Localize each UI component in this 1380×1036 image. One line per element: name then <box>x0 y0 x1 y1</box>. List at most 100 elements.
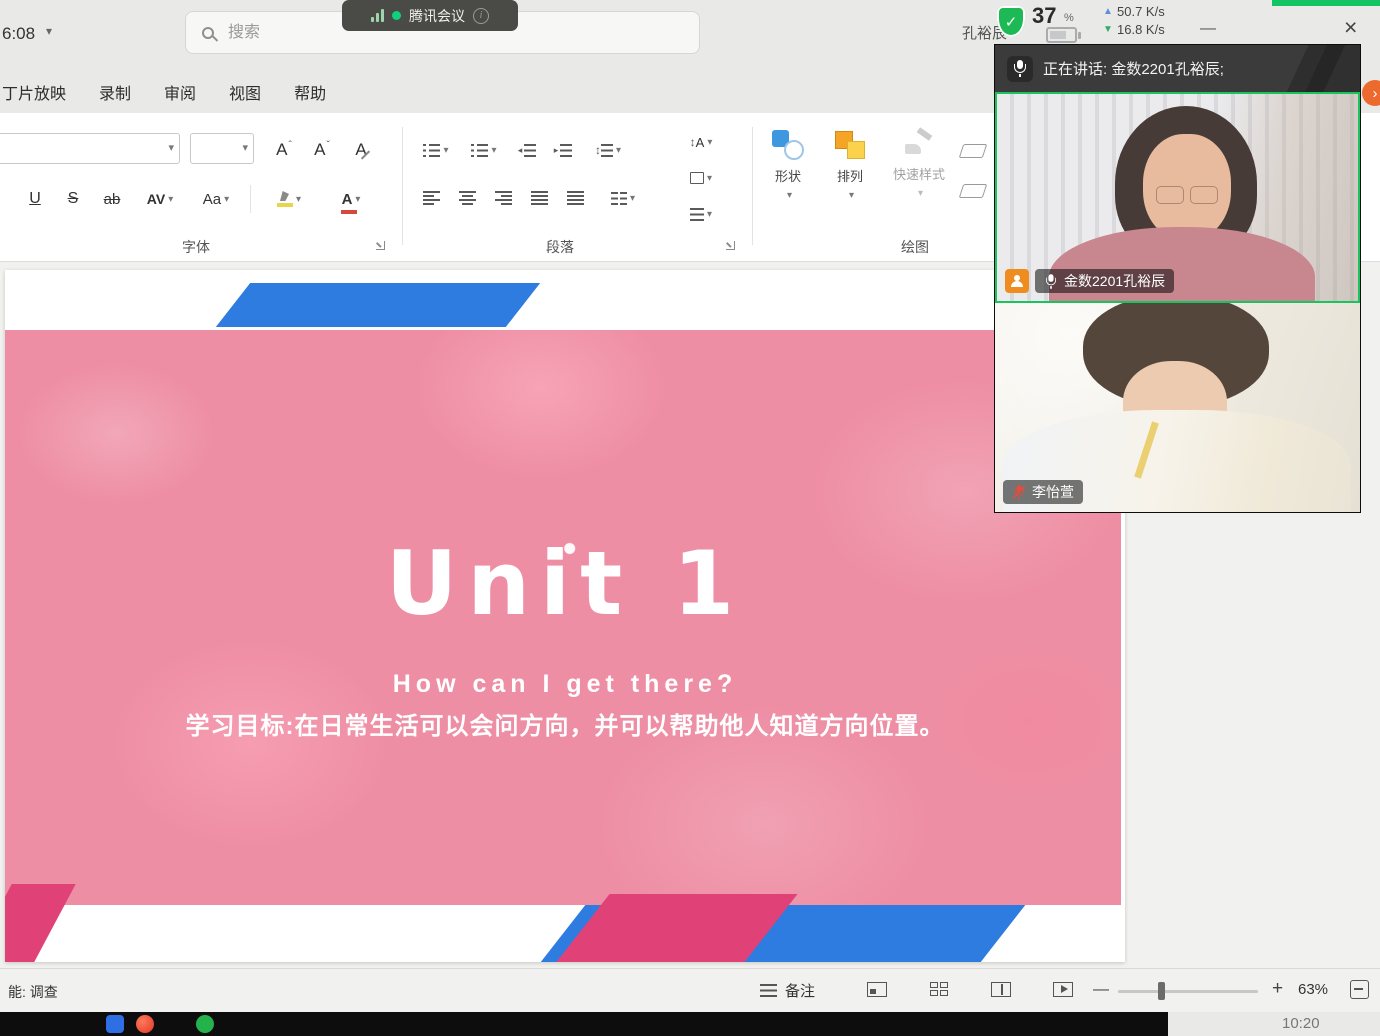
status-bar: 能: 调查 备注 — + 63% <box>0 968 1380 1012</box>
chevron-down-icon[interactable]: ▾ <box>46 24 52 38</box>
increase-font-button[interactable]: A ˆ <box>266 135 302 165</box>
slideshow-view-button[interactable] <box>1052 979 1074 999</box>
bullet-list-icon <box>423 144 440 157</box>
slide-title[interactable]: Unit 1 <box>5 532 1125 635</box>
chevron-down-icon: ▾ <box>168 194 173 205</box>
character-spacing-button[interactable]: AV ▾ <box>134 183 186 215</box>
align-left-button[interactable] <box>414 183 448 213</box>
font-color-button[interactable]: A ▾ <box>324 183 378 215</box>
download-arrow-icon: ▼ <box>1103 24 1113 35</box>
meeting-status-pill[interactable]: 腾讯会议 i <box>342 0 518 31</box>
font-dialog-launcher[interactable] <box>376 241 385 250</box>
double-strikethrough-button[interactable]: ab <box>94 183 130 215</box>
video-tile-participant-2[interactable]: 李怡萱 <box>995 303 1360 512</box>
reading-view-button[interactable] <box>990 979 1012 999</box>
meeting-pill-label: 腾讯会议 <box>409 6 465 26</box>
eraser-button[interactable] <box>956 139 990 163</box>
clear-format-button[interactable]: A <box>344 135 382 165</box>
minimize-button[interactable]: — <box>1200 20 1216 38</box>
notes-button[interactable]: 备注 <box>760 980 815 1001</box>
mic-box-icon <box>1007 56 1033 82</box>
font-name-combobox[interactable]: ▾ <box>0 133 180 164</box>
fit-to-window-button[interactable] <box>1350 980 1369 999</box>
tab-record[interactable]: 录制 <box>99 80 131 110</box>
zoom-in-button[interactable]: + <box>1272 978 1283 1000</box>
security-shield-icon[interactable]: ✓ <box>997 6 1025 37</box>
zoom-slider-handle[interactable] <box>1158 982 1165 1000</box>
slide-canvas[interactable]: Unit 1 How can I get there? 学习目标:在日常生活可以… <box>5 270 1125 962</box>
zoom-slider-track[interactable] <box>1118 990 1258 993</box>
chevron-down-icon[interactable]: ▾ <box>168 141 174 154</box>
taskbar-clock[interactable]: 10:20 <box>1282 1015 1320 1032</box>
upload-arrow-icon: ▲ <box>1103 6 1113 17</box>
grow-font-icon: A <box>276 140 287 160</box>
system-time[interactable]: 6:08 <box>2 24 35 44</box>
decrease-indent-button[interactable]: ◂ <box>510 135 544 165</box>
zoom-level[interactable]: 63% <box>1298 981 1328 998</box>
close-button[interactable]: × <box>1344 14 1357 41</box>
tab-slideshow[interactable]: 丁片放映 <box>2 80 66 110</box>
zoom-out-button[interactable]: — <box>1093 981 1109 999</box>
blue-ribbon-top-shape <box>216 283 540 327</box>
taskbar-app-blue-icon[interactable] <box>106 1015 124 1033</box>
line-spacing-button[interactable]: ↕ ▾ <box>582 135 634 165</box>
font-size-combobox[interactable]: ▾ <box>190 133 254 164</box>
outdent-arrow-icon: ◂ <box>518 145 523 156</box>
green-accent-strip <box>1272 0 1380 6</box>
signal-bars-icon <box>371 9 384 22</box>
align-left-icon <box>423 191 440 205</box>
highlight-color-button[interactable]: ▾ <box>262 183 316 215</box>
chevron-down-icon[interactable]: ▾ <box>242 141 248 154</box>
bullet-list-button[interactable]: ▾ <box>414 135 458 165</box>
separator <box>250 185 251 213</box>
tab-view[interactable]: 视图 <box>229 80 261 110</box>
normal-view-button[interactable] <box>866 979 888 999</box>
eraser-icon <box>959 184 988 198</box>
slide-objective-text[interactable]: 学习目标:在日常生活可以会问方向，并可以帮助他人知道方向位置。 <box>5 706 1125 741</box>
eraser-secondary-button[interactable] <box>956 179 990 203</box>
tab-review[interactable]: 审阅 <box>164 80 196 110</box>
taskbar-app-red-icon[interactable] <box>136 1015 154 1033</box>
tab-help[interactable]: 帮助 <box>294 80 326 110</box>
taskbar-app-green-icon[interactable] <box>196 1015 214 1033</box>
check-icon: ✓ <box>1005 13 1018 31</box>
underline-button[interactable]: U <box>18 183 52 215</box>
columns-button[interactable]: ▾ <box>598 183 648 213</box>
decrease-font-button[interactable]: A ˇ <box>304 135 340 165</box>
indent-lines-icon <box>560 144 572 157</box>
justify-button[interactable] <box>522 183 556 213</box>
outdent-lines-icon <box>524 144 536 157</box>
green-dot-icon <box>392 11 401 20</box>
taskbar: 10:20 <box>0 1012 1380 1036</box>
align-center-button[interactable] <box>450 183 484 213</box>
letter-a-icon: A <box>696 135 705 150</box>
strikethrough-button[interactable]: S <box>56 183 90 215</box>
speaking-indicator-bar: 正在讲话: 金数2201孔裕辰; <box>995 45 1360 92</box>
font-color-icon: A <box>342 191 353 208</box>
view-switcher <box>866 979 1074 999</box>
convert-smartart-button[interactable]: ▾ <box>670 201 732 227</box>
distribute-button[interactable] <box>558 183 592 213</box>
align-right-button[interactable] <box>486 183 520 213</box>
speaking-text: 正在讲话: 金数2201孔裕辰; <box>1043 58 1224 79</box>
slide-sorter-view-button[interactable] <box>928 979 950 999</box>
text-direction-button[interactable]: ↕ A ▾ <box>670 129 732 155</box>
change-case-button[interactable]: Aa ▾ <box>192 183 240 215</box>
paragraph-dialog-launcher[interactable] <box>726 241 735 250</box>
numbered-list-button[interactable]: ▾ <box>462 135 506 165</box>
participant-badges: 李怡萱 <box>1003 480 1083 504</box>
spacing-icon: AV <box>147 191 165 207</box>
increase-indent-button[interactable]: ▸ <box>546 135 580 165</box>
video-tile-participant-1[interactable]: 金数2201孔裕辰 <box>995 92 1360 303</box>
separator <box>402 127 403 245</box>
arrange-button[interactable]: 排列 ▾ <box>822 129 878 233</box>
slide-subtitle[interactable]: How can I get there? <box>5 670 1125 699</box>
align-text-button[interactable]: ▾ <box>670 165 732 191</box>
info-icon[interactable]: i <box>473 8 489 24</box>
align-box-icon <box>690 172 704 184</box>
quick-styles-button[interactable]: 快速样式 ▾ <box>884 129 954 233</box>
arrange-icon <box>833 129 867 161</box>
shapes-button[interactable]: 形状 ▾ <box>760 129 816 233</box>
chevron-down-icon: ▾ <box>491 145 496 156</box>
chevron-down-icon: ▾ <box>849 190 854 201</box>
